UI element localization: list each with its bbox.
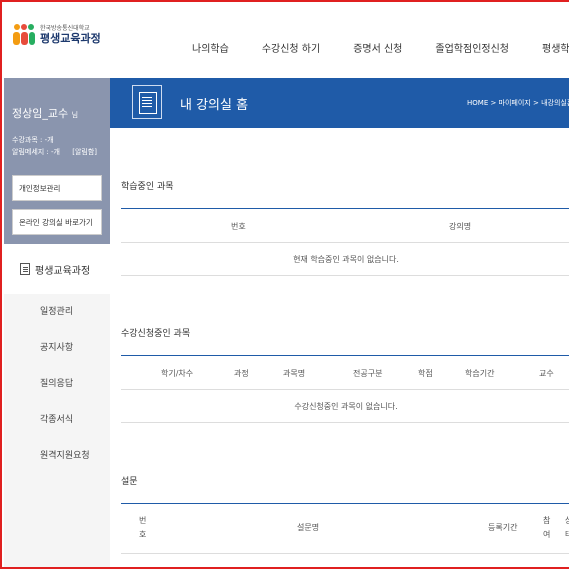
sidebar-item-schedule[interactable]: 일정관리 bbox=[4, 294, 110, 330]
top-bar: 한국방송통신대학교 평생교육과정 나의학습 수강신청 하기 증명서 신청 졸업학… bbox=[2, 2, 569, 78]
col-professor: 교수 bbox=[539, 369, 554, 378]
sidebar-menu: 일정관리 공지사항 질의응답 각종서식 원격지원요청 bbox=[4, 294, 110, 474]
survey-table: 번 호 설문명 등록기간 참 여 상 태 bbox=[121, 503, 569, 554]
page-title: 내 강의실 홈 bbox=[180, 98, 249, 113]
col-participation: 참 여 bbox=[543, 516, 551, 539]
learning-table: 번호 강의명 현재 학습중인 과목이 없습니다. bbox=[121, 208, 569, 276]
registering-table: 학기/차수 과정 과목명 전공구분 학점 학습기간 교수 수강신청중인 과목이 … bbox=[121, 355, 569, 423]
col-major: 전공구분 bbox=[353, 369, 383, 378]
document-icon bbox=[20, 263, 30, 275]
col-survey-period: 등록기간 bbox=[488, 523, 518, 532]
sidebar-item-notice[interactable]: 공지사항 bbox=[4, 330, 110, 366]
col-semester: 학기/차수 bbox=[161, 369, 194, 378]
global-nav: 나의학습 수강신청 하기 증명서 신청 졸업학점인정신청 평생학습계좌제 신청 … bbox=[192, 40, 569, 55]
survey-section-title: 설문 bbox=[121, 477, 138, 487]
col-status: 상 태 bbox=[565, 514, 569, 542]
sidebar-item-forms[interactable]: 각종서식 bbox=[4, 402, 110, 438]
col-subject: 과목명 bbox=[283, 369, 306, 378]
table-header: 번 호 설문명 등록기간 참 여 상 태 bbox=[121, 504, 569, 554]
message-count: 알림메세지 : -개 bbox=[12, 148, 60, 156]
gnb-certificate[interactable]: 증명서 신청 bbox=[353, 40, 402, 55]
col-period: 학습기간 bbox=[465, 369, 495, 378]
course-title: 평생교육과정 bbox=[35, 265, 91, 277]
col-credit: 학점 bbox=[418, 369, 433, 378]
logo-small-text: 한국방송통신대학교 bbox=[40, 25, 90, 32]
logo-mark-icon bbox=[12, 24, 36, 46]
col-survey-number: 번 호 bbox=[139, 516, 147, 539]
col-survey-name: 설문명 bbox=[297, 523, 320, 532]
sidebar: 정상임_교수 님 수강과목 : -개 알림메세지 : -개 [알림함] 개인정보… bbox=[4, 78, 110, 567]
site-logo[interactable]: 한국방송통신대학교 평생교육과정 bbox=[12, 24, 101, 46]
col-number: 번호 bbox=[231, 222, 246, 231]
user-name: 정상임_교수 님 bbox=[12, 105, 78, 121]
col-course: 과정 bbox=[234, 369, 249, 378]
breadcrumb: HOME > 마이페이지 > 내강의실홈 bbox=[467, 99, 569, 107]
gnb-register[interactable]: 수강신청 하기 bbox=[262, 40, 320, 55]
personal-info-button[interactable]: 개인정보관리 bbox=[12, 175, 102, 201]
page-frame: 한국방송통신대학교 평생교육과정 나의학습 수강신청 하기 증명서 신청 졸업학… bbox=[0, 0, 569, 569]
user-name-text: 정상임_교수 bbox=[12, 107, 69, 120]
gnb-lifelong-account[interactable]: 평생학습계좌제 신청 bbox=[542, 40, 569, 55]
logo-main-text: 평생교육과정 bbox=[40, 32, 101, 45]
sidebar-item-qna[interactable]: 질의응답 bbox=[4, 366, 110, 402]
gnb-graduation-credit[interactable]: 졸업학점인정신청 bbox=[435, 40, 509, 55]
sidebar-course-heading[interactable]: 평생교육과정 bbox=[4, 244, 110, 294]
table-header: 학기/차수 과정 과목명 전공구분 학점 학습기간 교수 bbox=[121, 356, 569, 390]
gnb-my-learning[interactable]: 나의학습 bbox=[192, 40, 229, 55]
sidebar-item-remote-support[interactable]: 원격지원요청 bbox=[4, 438, 110, 474]
user-info: 수강과목 : -개 알림메세지 : -개 [알림함] bbox=[12, 134, 97, 158]
user-suffix: 님 bbox=[71, 111, 79, 119]
message-box-link[interactable]: [알림함] bbox=[72, 148, 97, 156]
empty-message: 수강신청중인 과목이 없습니다. bbox=[121, 390, 569, 423]
registering-section-title: 수강신청중인 과목 bbox=[121, 329, 191, 339]
col-lecture-name: 강의명 bbox=[449, 222, 472, 231]
table-header: 번호 강의명 bbox=[121, 209, 569, 243]
page-banner: 내 강의실 홈 HOME > 마이페이지 > 내강의실홈 bbox=[110, 78, 569, 128]
main-content: 내 강의실 홈 HOME > 마이페이지 > 내강의실홈 학습중인 과목 번호 … bbox=[110, 78, 569, 567]
empty-message: 현재 학습중인 과목이 없습니다. bbox=[121, 243, 569, 276]
course-count: 수강과목 : -개 bbox=[12, 136, 54, 144]
learning-section-title: 학습중인 과목 bbox=[121, 182, 174, 192]
book-icon bbox=[132, 85, 162, 119]
online-classroom-button[interactable]: 온라인 강의실 바로가기 bbox=[12, 209, 102, 235]
